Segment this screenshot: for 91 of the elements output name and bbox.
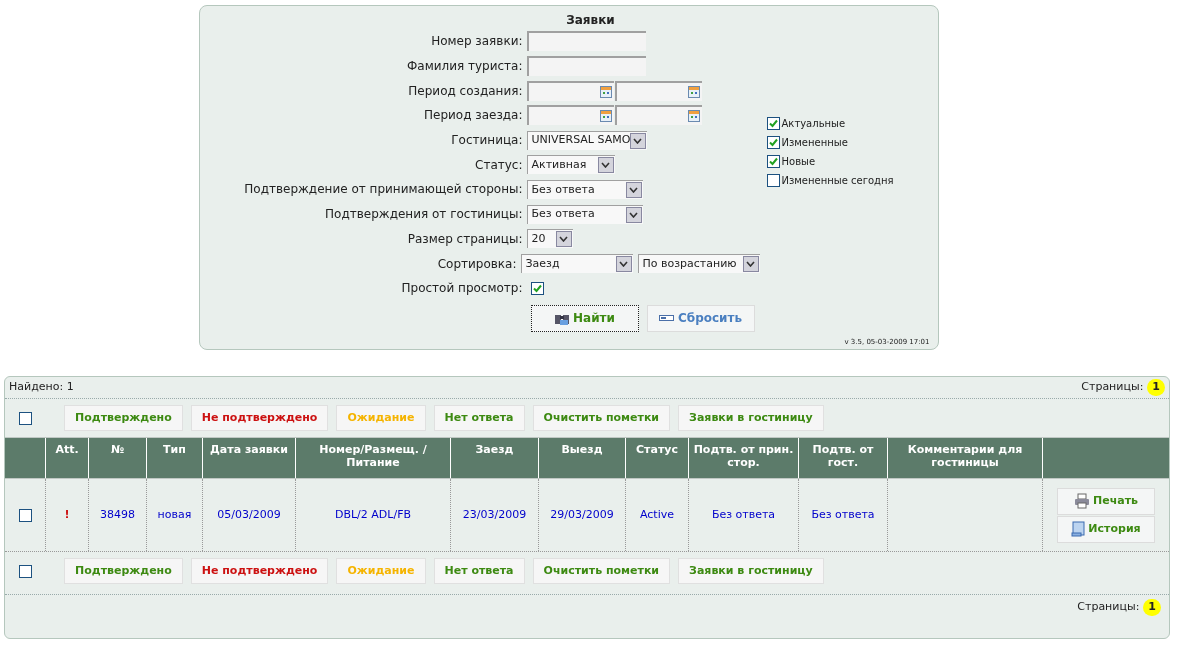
calendar-icon[interactable] [687,85,700,98]
column-header: Заезд [451,438,539,478]
date-field[interactable] [526,105,614,126]
column-header: № [89,438,147,478]
caret-icon [615,256,632,273]
field-label: Сортировка: [436,255,518,273]
attention-mark: ! [64,506,70,523]
page-link[interactable]: 1 [1147,379,1165,396]
action-button[interactable]: Очистить пометки [532,405,671,431]
field-label: Гостиница: [450,132,524,150]
table-cell-text: 23/03/2009 [462,506,527,523]
checkbox-label: Актуальные [781,117,846,131]
caret-icon [625,181,642,198]
action-button[interactable]: Подтверждено [64,558,183,584]
calendar-icon[interactable] [599,85,612,98]
text-field[interactable] [526,31,646,52]
table-cell-text: 05/03/2009 [217,506,281,523]
caret-icon [625,206,642,223]
column-header: Att. [46,438,89,478]
column-header: Номер/Размещ. /Питание [296,438,451,478]
action-button[interactable]: Не подтверждено [190,558,329,584]
column-header: Выезд [539,438,626,478]
checkbox[interactable] [766,174,780,187]
found-count: Найдено: 1 [9,379,74,396]
field-label: Подтверждение от принимающей стороны: [243,181,524,199]
calendar-icon[interactable] [599,110,612,123]
dropdown[interactable]: Активная [526,155,615,175]
table-cell-text: 29/03/2009 [550,506,614,523]
checkbox-label: Новые [781,155,816,169]
checkbox-label: Измененные сегодня [781,174,894,188]
pages-label: Страницы: [1081,379,1144,396]
print-button[interactable]: Печать [1057,487,1155,515]
checkbox[interactable] [766,117,780,130]
checkbox[interactable] [18,508,32,522]
action-button[interactable]: Подтверждено [64,405,183,431]
caret-icon [555,231,572,248]
calendar-icon[interactable] [687,110,700,123]
checkbox[interactable] [766,136,780,149]
checkbox[interactable] [19,411,32,425]
column-header: Тип [147,438,203,478]
action-button[interactable]: Не подтверждено [190,405,329,431]
table-cell-text: новая [157,506,192,523]
checkbox-label: Измененные [781,136,848,150]
dropdown[interactable]: Без ответа [526,204,643,224]
field-label: Период заезда: [423,107,524,125]
action-button[interactable]: Нет ответа [433,405,525,431]
checkbox[interactable] [766,155,780,168]
history-button[interactable]: История [1057,515,1155,543]
table-cell-text: Без ответа [811,506,875,523]
search-button[interactable]: Найти [530,304,639,332]
checkbox[interactable] [530,281,544,295]
dropdown[interactable]: По возрастанию [637,254,760,274]
checkbox[interactable] [19,564,32,578]
action-button[interactable]: Очистить пометки [532,558,671,584]
column-header: Подтв. от гост. [799,438,888,478]
caret-icon [742,256,759,273]
field-label: Фамилия туриста: [405,58,524,76]
table-cell-text: DBL/2 ADL/FB [334,506,412,523]
column-header: Комментарии для гостиницы [888,438,1043,478]
field-label: Период создания: [407,82,524,100]
table-cell-text: Без ответа [711,506,776,523]
action-button[interactable]: Нет ответа [433,558,525,584]
eraser-icon [658,313,675,324]
pages-label: Страницы: [1077,599,1140,616]
panel-title: Заявки [565,12,616,29]
column-header: Дата заявки [203,438,296,478]
caret-icon [597,157,614,174]
action-button[interactable]: Заявки в гостиницу [678,558,824,584]
date-field[interactable] [614,80,702,101]
field-label: Статус: [474,156,524,174]
dropdown[interactable]: 20 [526,229,573,249]
reset-button[interactable]: Сбросить [646,304,755,332]
scroll-icon [1071,521,1086,537]
caret-icon [630,132,646,149]
table-cell-text: 38498 [100,506,135,523]
field-label: Номер заявки: [430,33,524,51]
text-field[interactable] [526,56,646,77]
printer-icon [1074,493,1090,509]
dropdown[interactable]: UNIVERSAL SAMO [526,130,647,150]
field-label: Простой просмотр: [400,280,524,298]
column-header: Статус [626,438,689,478]
page-link[interactable]: 1 [1143,599,1161,616]
dropdown[interactable]: Заезд [520,254,633,274]
field-label: Подтверждения от гостиницы: [324,206,524,224]
dropdown[interactable]: Без ответа [526,179,643,199]
table-cell-text: Active [640,506,674,523]
date-field[interactable] [614,105,702,126]
field-label: Размер страницы: [406,230,524,248]
action-button[interactable]: Заявки в гостиницу [678,405,824,431]
date-field[interactable] [526,80,614,101]
column-header: Подтв. от прин. стор. [689,438,799,478]
